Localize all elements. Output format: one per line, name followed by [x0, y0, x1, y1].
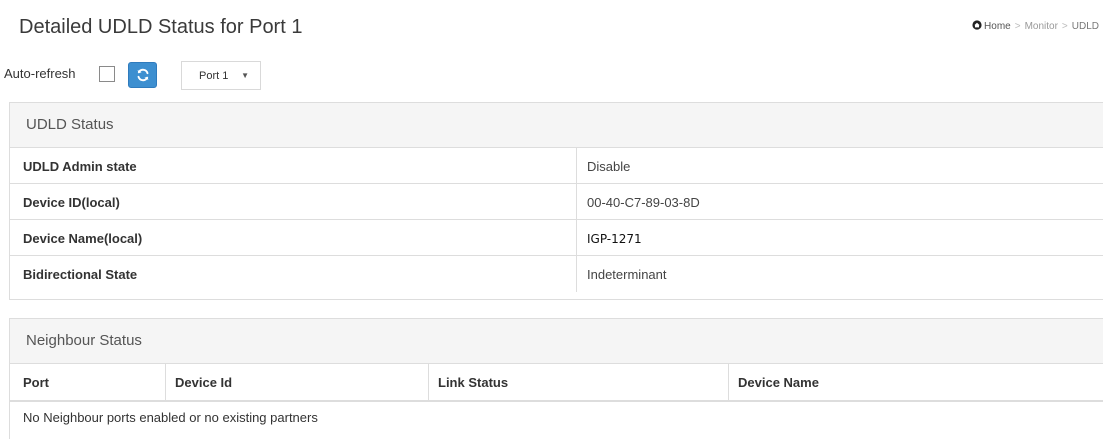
breadcrumb-separator: > — [1014, 21, 1021, 32]
table-row: UDLD Admin state Disable — [10, 148, 1103, 184]
auto-refresh-label: Auto-refresh — [4, 66, 76, 81]
breadcrumb-separator: > — [1061, 21, 1068, 32]
bidirectional-state-value: Indeterminant — [587, 267, 667, 282]
column-header-device-name: Device Name — [738, 375, 819, 390]
column-divider — [428, 364, 429, 400]
neighbour-status-panel: Neighbour Status Port Device Id Link Sta… — [9, 318, 1103, 439]
device-name-local-label: Device Name(local) — [23, 231, 143, 246]
column-divider — [728, 364, 729, 400]
page-title: Detailed UDLD Status for Port 1 — [19, 16, 303, 38]
device-id-local-label: Device ID(local) — [23, 195, 120, 210]
udld-status-panel: UDLD Status UDLD Admin state Disable Dev… — [9, 102, 1103, 300]
table-row: Bidirectional State Indeterminant — [10, 256, 1103, 292]
udld-status-heading: UDLD Status — [10, 103, 1103, 148]
chevron-down-icon: ▼ — [241, 71, 249, 80]
column-divider — [576, 220, 577, 255]
table-row: No Neighbour ports enabled or no existin… — [10, 402, 1103, 432]
page-header: Detailed UDLD Status for Port 1 Home > Mon… — [0, 0, 1103, 50]
breadcrumb-item-udld: UDLD — [1071, 21, 1099, 32]
device-id-local-value: 00-40-C7-89-03-8D — [587, 195, 700, 210]
breadcrumb: Home > Monitor > UDLD — [972, 20, 1099, 32]
device-name-local-value: IGP-1271 — [587, 232, 642, 246]
empty-table-message: No Neighbour ports enabled or no existin… — [23, 410, 318, 425]
neighbour-table-header: Port Device Id Link Status Device Name — [10, 364, 1103, 402]
column-header-port: Port — [23, 375, 49, 390]
bidirectional-state-label: Bidirectional State — [23, 267, 138, 282]
home-icon — [972, 20, 982, 30]
port-select[interactable]: Port 1 ▼ — [181, 61, 261, 90]
controls-bar: Auto-refresh Port 1 ▼ — [4, 60, 1103, 90]
column-divider — [576, 184, 577, 219]
column-divider — [576, 256, 577, 292]
breadcrumb-item-monitor[interactable]: Monitor — [1025, 21, 1058, 32]
neighbour-status-heading: Neighbour Status — [10, 319, 1103, 364]
table-row: Device ID(local) 00-40-C7-89-03-8D — [10, 184, 1103, 220]
table-row: Device Name(local) IGP-1271 — [10, 220, 1103, 256]
column-divider — [576, 148, 577, 183]
refresh-icon — [137, 68, 149, 82]
column-header-device-id: Device Id — [175, 375, 233, 390]
port-select-value: Port 1 — [199, 70, 229, 82]
column-divider — [165, 364, 166, 400]
udld-admin-state-value: Disable — [587, 159, 631, 174]
refresh-button[interactable] — [128, 62, 157, 88]
column-header-link-status: Link Status — [438, 375, 509, 390]
auto-refresh-checkbox[interactable] — [99, 66, 115, 82]
breadcrumb-home-link[interactable]: Home — [984, 21, 1011, 32]
udld-admin-state-label: UDLD Admin state — [23, 159, 137, 174]
